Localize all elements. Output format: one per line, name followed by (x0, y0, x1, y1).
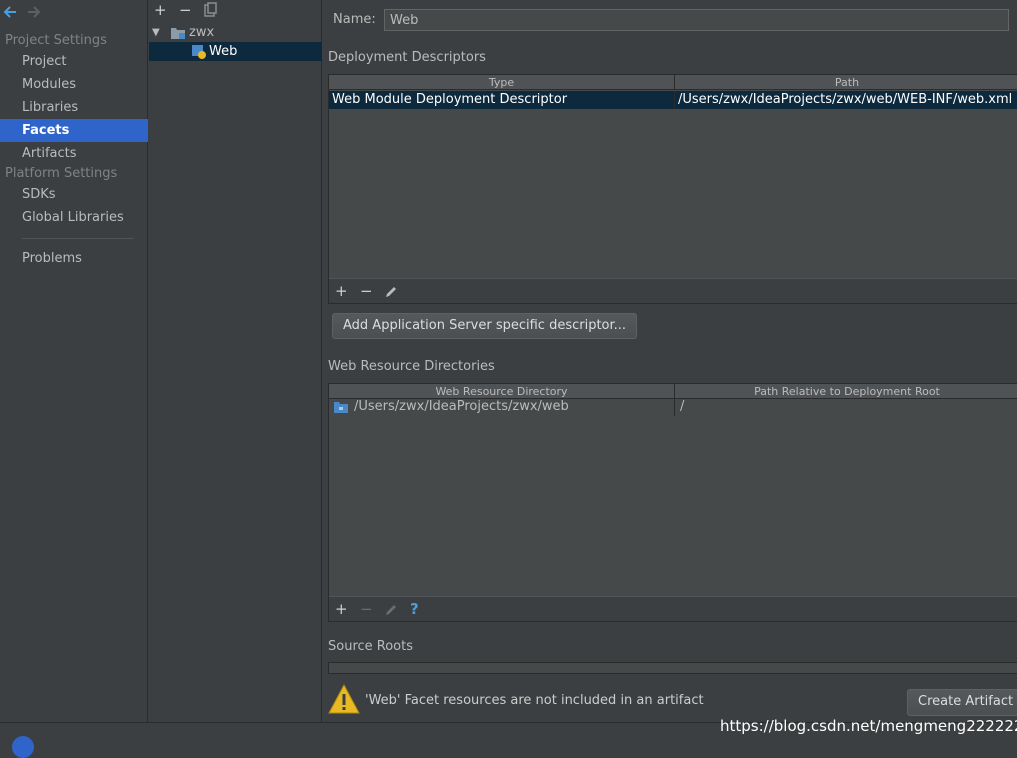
remove-facet-button[interactable]: − (179, 1, 192, 19)
sidebar-item-global-libraries[interactable]: Global Libraries (0, 206, 148, 229)
tree-node-label: zwx (189, 25, 215, 40)
pencil-icon[interactable] (385, 602, 397, 620)
watermark-text: https://blog.csdn.net/mengmeng2222222 (720, 717, 1017, 735)
pencil-icon[interactable] (385, 284, 397, 302)
facet-settings-panel: Name: Deployment Descriptors Type Path W… (323, 0, 1017, 722)
column-header-path[interactable]: Path (674, 75, 1017, 90)
folder-icon (334, 401, 348, 419)
web-resources-toolbar: + − ? (329, 596, 1017, 621)
web-resource-directories-title: Web Resource Directories (328, 359, 495, 374)
sidebar-item-facets[interactable]: Facets (0, 119, 148, 142)
sidebar-divider (22, 238, 134, 239)
facet-tree-panel: + − ▼ zwx Web (149, 0, 322, 722)
platform-settings-title: Platform Settings (5, 166, 118, 181)
add-server-descriptor-button[interactable]: Add Application Server specific descript… (332, 313, 638, 339)
column-header-web-resource-directory[interactable]: Web Resource Directory (329, 384, 674, 399)
create-artifact-button[interactable]: Create Artifact (907, 689, 1017, 716)
column-header-type[interactable]: Type (329, 75, 674, 90)
table-row[interactable]: /Users/zwx/IdeaProjects/zwx/web / (329, 398, 1017, 416)
table-row[interactable]: Web Module Deployment Descriptor /Users/… (329, 91, 1017, 109)
table-header: Type Path (329, 75, 1017, 90)
tree-node-zwx[interactable]: ▼ zwx (149, 23, 322, 42)
name-field[interactable] (384, 9, 1009, 31)
add-facet-button[interactable]: + (154, 1, 167, 19)
add-web-resource-button[interactable]: + (335, 600, 348, 618)
web-resource-directory-cell: /Users/zwx/IdeaProjects/zwx/web (354, 399, 569, 414)
tree-node-web[interactable]: Web (149, 42, 322, 61)
sidebar-item-problems[interactable]: Problems (0, 247, 148, 270)
name-label: Name: (333, 12, 376, 27)
column-header-relative-path[interactable]: Path Relative to Deployment Root (674, 384, 1017, 399)
add-descriptor-button[interactable]: + (335, 282, 348, 300)
tree-node-label: Web (209, 44, 238, 59)
web-facet-icon (192, 45, 206, 65)
sidebar-item-libraries[interactable]: Libraries (0, 96, 148, 119)
sidebar-item-sdks[interactable]: SDKs (0, 183, 148, 206)
arrow-right-icon[interactable] (27, 4, 41, 23)
warning-icon (328, 683, 360, 718)
source-roots-title: Source Roots (328, 639, 414, 654)
descriptors-toolbar: + − (329, 278, 1017, 303)
warning-message: 'Web' Facet resources are not included i… (365, 693, 704, 708)
copy-icon[interactable] (204, 2, 217, 21)
settings-sidebar: Project Settings Project Modules Librari… (0, 0, 148, 722)
relative-path-cell: / (674, 398, 1017, 416)
sidebar-item-artifacts[interactable]: Artifacts (0, 142, 148, 165)
web-resource-directories-table: Web Resource Directory Path Relative to … (328, 383, 1017, 622)
descriptor-path-cell: /Users/zwx/IdeaProjects/zwx/web/WEB-INF/… (674, 91, 1017, 109)
remove-descriptor-button[interactable]: − (360, 282, 373, 300)
expand-arrow-icon[interactable]: ▼ (152, 23, 160, 42)
help-circle-icon[interactable] (12, 736, 34, 758)
sidebar-item-project[interactable]: Project (0, 50, 148, 73)
source-roots-list[interactable] (328, 662, 1017, 674)
help-button[interactable]: ? (410, 600, 419, 618)
arrow-left-icon[interactable] (3, 4, 17, 23)
project-settings-title: Project Settings (5, 33, 107, 48)
table-header: Web Resource Directory Path Relative to … (329, 384, 1017, 399)
sidebar-item-modules[interactable]: Modules (0, 73, 148, 96)
deployment-descriptors-table: Type Path Web Module Deployment Descript… (328, 74, 1017, 304)
deployment-descriptors-title: Deployment Descriptors (328, 50, 486, 65)
remove-web-resource-button[interactable]: − (360, 600, 373, 618)
descriptor-type-cell: Web Module Deployment Descriptor (332, 92, 568, 107)
